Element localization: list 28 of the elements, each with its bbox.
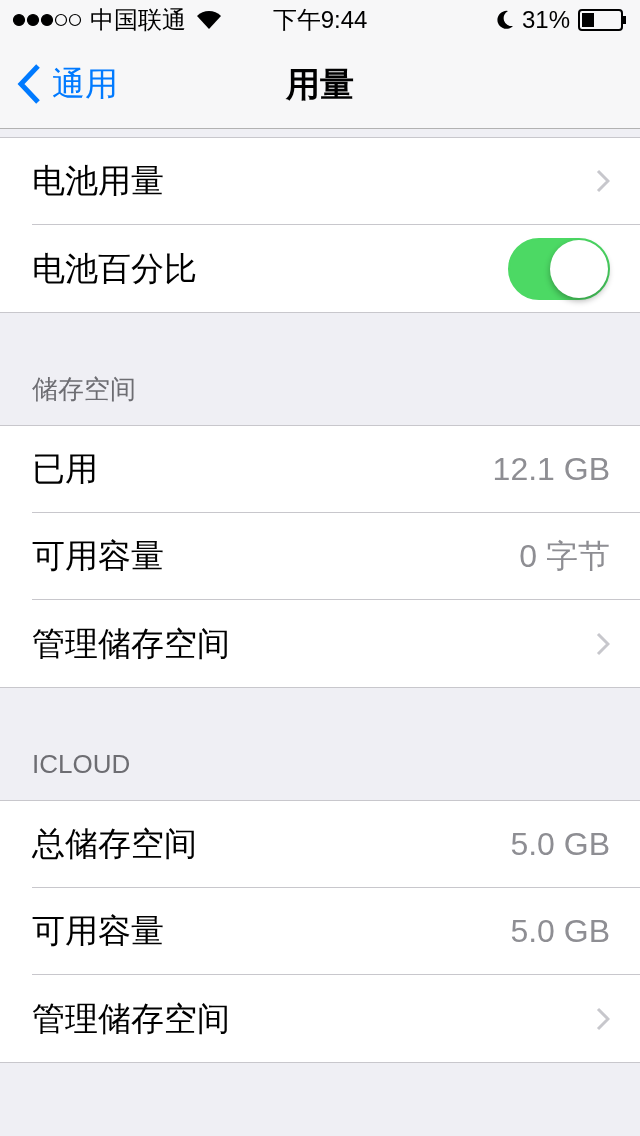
nav-title: 用量: [286, 63, 354, 105]
row-label: 可用容量: [32, 911, 164, 952]
chevron-icon: [596, 169, 610, 193]
status-time: 下午9:44: [272, 5, 368, 35]
row-value: 5.0 GB: [510, 825, 610, 864]
toggle-switch[interactable]: [508, 237, 610, 300]
row-value: 0 字节: [519, 537, 610, 576]
row-label: 电池百分比: [32, 248, 197, 289]
row-label: 已用: [32, 449, 98, 490]
chevron-icon: [596, 1006, 610, 1031]
chevron-icon: [596, 631, 610, 656]
row-label: 管理储存空间: [32, 998, 230, 1039]
row-value: 5.0 GB: [510, 912, 610, 951]
wifi-icon: [196, 10, 222, 30]
moon-icon: [495, 10, 514, 30]
row-label: 电池用量: [32, 161, 164, 202]
signal-icon: [12, 13, 82, 27]
battery-percent: 31%: [521, 5, 570, 35]
row-label: 总储存空间: [32, 824, 197, 865]
section-header: ICLOUD: [32, 748, 131, 781]
back-chevron-icon: [16, 63, 42, 105]
row-label: 管理储存空间: [32, 623, 230, 664]
battery-icon: [578, 9, 628, 31]
row-label: 可用容量: [32, 536, 164, 577]
back-button[interactable]: 通用: [0, 59, 118, 109]
carrier-name: 中国联通: [90, 5, 186, 35]
section-header: 储存空间: [32, 373, 136, 406]
row-value: 12.1 GB: [492, 450, 610, 489]
